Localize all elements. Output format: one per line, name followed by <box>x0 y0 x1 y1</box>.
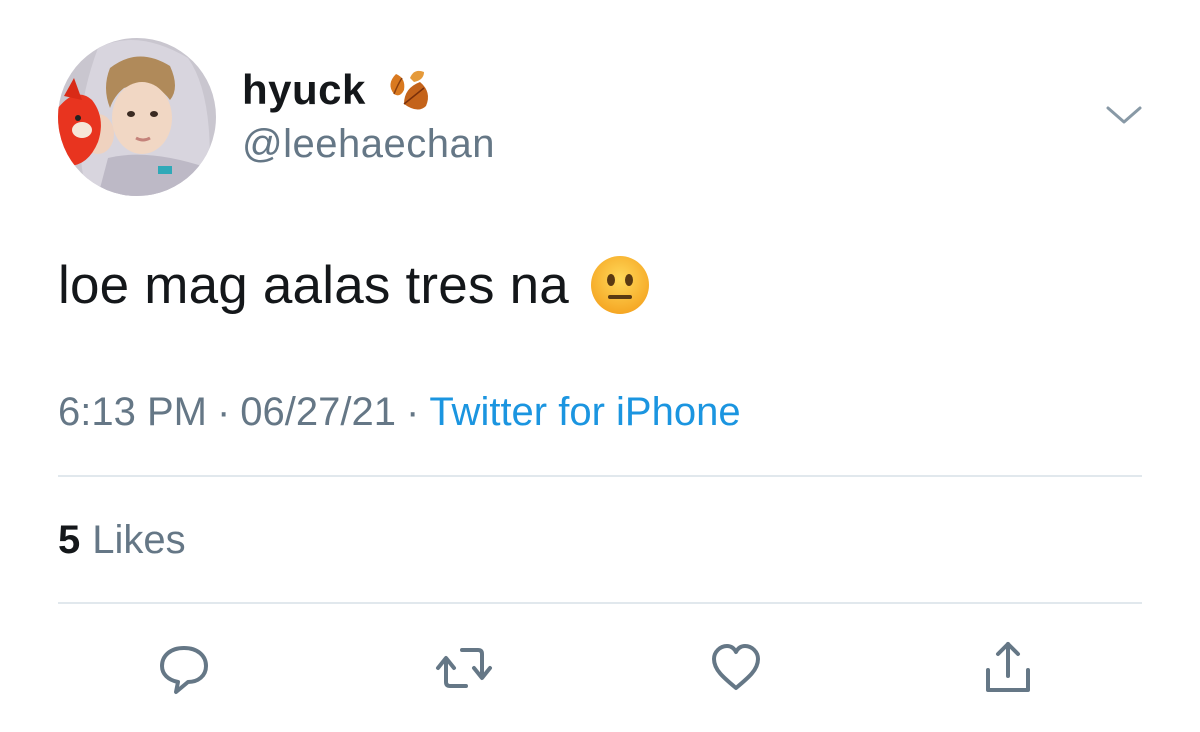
tweet-text: loe mag aalas tres na <box>58 255 569 315</box>
tweet-body: loe mag aalas tres na <box>58 250 651 320</box>
fallen-leaf-icon <box>390 70 428 110</box>
like-icon[interactable] <box>706 638 766 698</box>
tweet-date: 06/27/21 <box>240 390 396 434</box>
tweet-detail: hyuck @leehaechan loe mag aalas tres na <box>0 0 1200 732</box>
tweet-time: 6:13 PM <box>58 390 207 434</box>
divider <box>58 475 1142 477</box>
display-name[interactable]: hyuck <box>242 66 366 114</box>
reply-icon[interactable] <box>154 638 214 698</box>
display-name-row: hyuck <box>242 62 436 118</box>
likes-label: Likes <box>92 518 186 562</box>
share-icon[interactable] <box>978 638 1038 698</box>
tweet-source-link[interactable]: Twitter for iPhone <box>429 390 740 434</box>
retweet-icon[interactable] <box>434 638 494 698</box>
neutral-face-icon <box>590 256 649 314</box>
tweet-meta: 6:13 PM · 06/27/21 · Twitter for iPhone <box>58 390 741 435</box>
likes-stat[interactable]: 5 Likes <box>58 518 186 563</box>
chevron-down-icon[interactable] <box>1104 102 1144 128</box>
avatar[interactable] <box>58 38 216 196</box>
likes-count: 5 <box>58 518 81 562</box>
user-handle[interactable]: @leehaechan <box>242 122 495 167</box>
separator-dot: · <box>406 390 420 434</box>
divider <box>58 602 1142 604</box>
separator-dot: · <box>216 390 231 434</box>
